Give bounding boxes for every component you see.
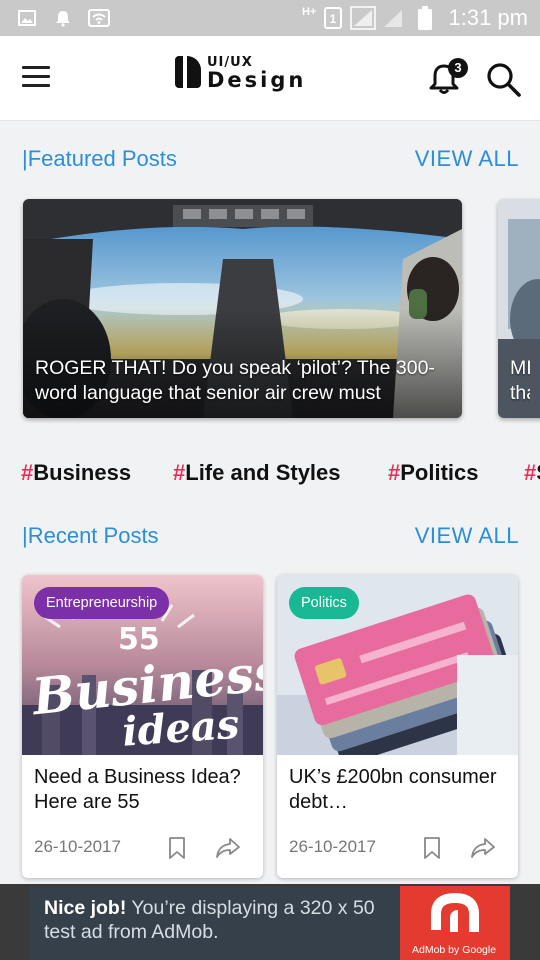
logo-mark-icon [175, 56, 201, 88]
admob-logo-icon [431, 892, 479, 932]
featured-card[interactable]: MIL tha [498, 199, 540, 418]
ad-headline: Nice job! [44, 897, 127, 919]
sim-icon: 1 [324, 7, 342, 29]
hashtag-politics[interactable]: #Politics [388, 460, 479, 486]
ad-banner[interactable]: Nice job! You’re displaying a 320 x 50 t… [30, 886, 510, 960]
bell-status-icon [56, 11, 70, 27]
featured-card-caption: ROGER THAT! Do you speak ‘pilot’? The 30… [35, 357, 435, 404]
post-image: Politics [277, 575, 518, 755]
admob-logo: AdMob by Google [400, 886, 510, 960]
admob-brand: AdMob by Google [412, 944, 497, 956]
post-title: UK’s £200bn consumer debt… [289, 766, 497, 813]
app-logo: UI/UX Design [175, 55, 335, 96]
app-bar: UI/UX Design 3 [0, 36, 540, 121]
hashtag-business[interactable]: #Business [21, 460, 131, 486]
network-type-label: H+ [302, 6, 317, 18]
hashtag-partial[interactable]: #S [524, 460, 540, 486]
post-title: Need a Business Idea? Here are 55 [34, 766, 241, 813]
share-icon[interactable] [471, 837, 495, 859]
post-date: 26-10-2017 [34, 837, 121, 856]
svg-text:55: 55 [118, 622, 160, 657]
category-pill[interactable]: Entrepreneurship [34, 587, 170, 619]
recent-view-all-link[interactable]: VIEW ALL [415, 523, 519, 549]
recent-posts-title: |Recent Posts [22, 523, 159, 548]
featured-card-caption: MIL tha [510, 357, 530, 404]
signal-icon [350, 6, 376, 30]
post-card[interactable]: 55 Business ideas Entrepreneurship Need … [22, 575, 263, 878]
hamburger-menu-icon[interactable] [22, 66, 50, 88]
gallery-icon [18, 10, 36, 26]
ad-text: Nice job! You’re displaying a 320 x 50 t… [44, 896, 404, 944]
post-image: 55 Business ideas Entrepreneurship [22, 575, 263, 755]
featured-card[interactable]: ROGER THAT! Do you speak ‘pilot’? The 30… [23, 199, 462, 418]
bookmark-icon[interactable] [168, 837, 186, 859]
svg-text:ideas: ideas [121, 701, 241, 755]
wifi-box-icon [88, 9, 110, 27]
featured-posts-title: |Featured Posts [22, 146, 177, 171]
signal-2-icon [384, 10, 402, 27]
notification-badge: 3 [448, 58, 468, 78]
logo-line-2: Design [207, 68, 307, 92]
share-icon[interactable] [216, 837, 240, 859]
post-card[interactable]: Politics UK’s £200bn consumer debt… 26-1… [277, 575, 518, 878]
status-time: 1:31 pm [448, 5, 529, 30]
category-pill[interactable]: Politics [289, 587, 359, 619]
post-date: 26-10-2017 [289, 837, 376, 856]
battery-icon [418, 6, 432, 30]
svg-text:1: 1 [330, 12, 337, 26]
bookmark-icon[interactable] [423, 837, 441, 859]
hashtag-life-and-styles[interactable]: #Life and Styles [173, 460, 341, 486]
status-bar: H+ 1 1:31 pm [0, 0, 540, 36]
search-icon[interactable] [484, 60, 522, 98]
featured-view-all-link[interactable]: VIEW ALL [415, 146, 519, 172]
